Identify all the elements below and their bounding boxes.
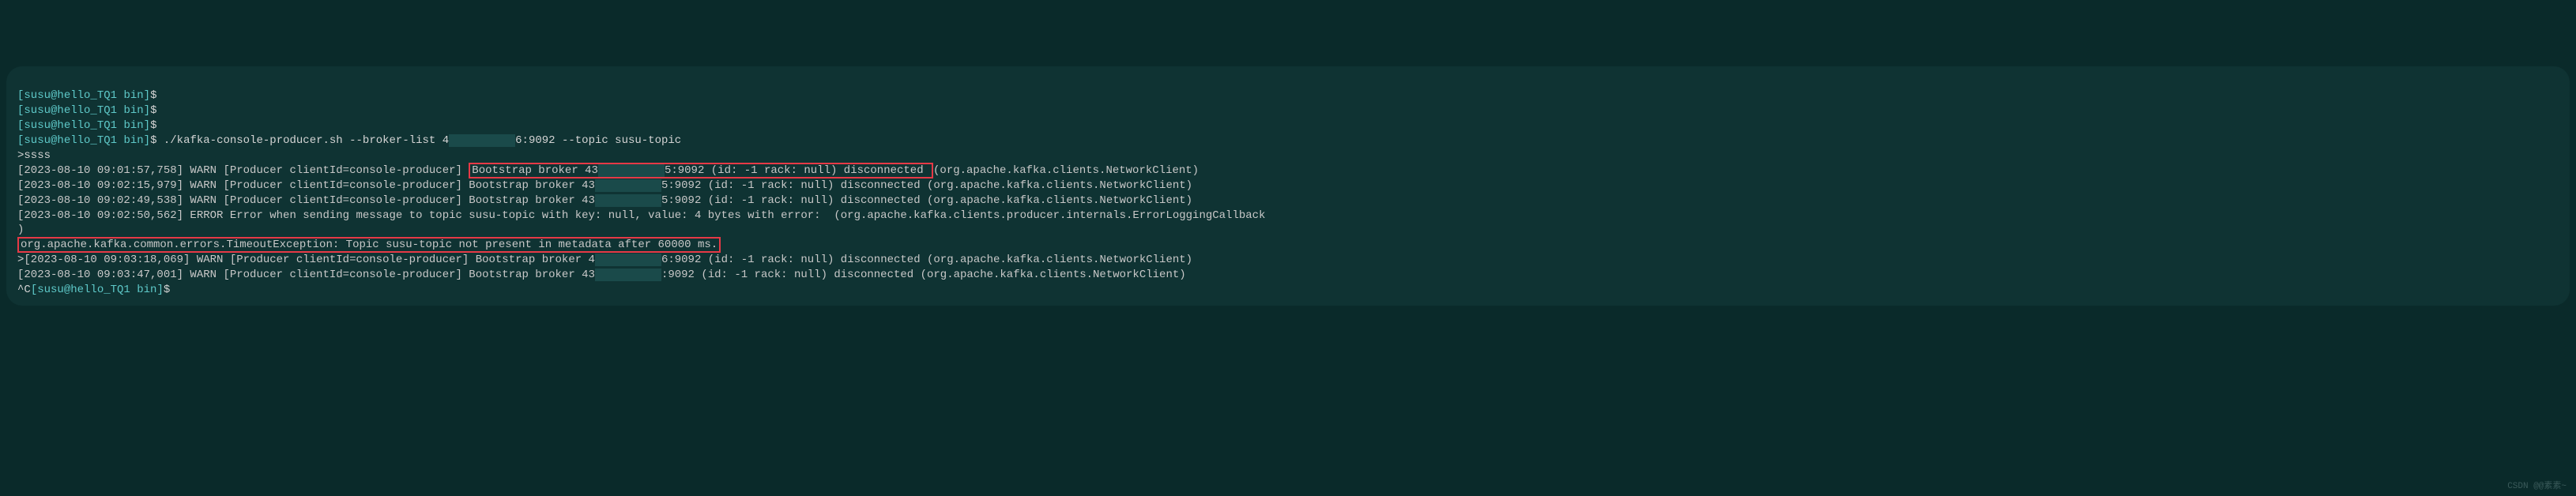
redacted-ip bbox=[598, 164, 665, 177]
log-line-warn: [2023-08-10 09:02:49,538] WARN [Producer… bbox=[17, 194, 1192, 207]
terminal-window[interactable]: [susu@hello_TQ1 bin]$ [susu@hello_TQ1 bi… bbox=[6, 66, 2570, 306]
redacted-ip bbox=[595, 194, 661, 207]
log-line-warn: [2023-08-10 09:03:47,001] WARN [Producer… bbox=[17, 269, 1186, 281]
prompt-line: [susu@hello_TQ1 bin]$ bbox=[17, 119, 164, 132]
log-line-error-cont: ) bbox=[17, 224, 24, 236]
prompt-line: [susu@hello_TQ1 bin]$ bbox=[17, 104, 164, 117]
highlight-timeout-exception: org.apache.kafka.common.errors.TimeoutEx… bbox=[17, 237, 721, 253]
watermark-text: CSDN @@素素~ bbox=[2507, 481, 2567, 493]
prompt-close: ] bbox=[144, 89, 150, 102]
prompt-user: susu@hello_TQ1 bbox=[24, 89, 117, 102]
log-line-warn: [2023-08-10 09:01:57,758] WARN [Producer… bbox=[17, 163, 1199, 178]
highlight-bootstrap-disconnected: Bootstrap broker 43 5:9092 (id: -1 rack:… bbox=[469, 163, 933, 178]
command-empty bbox=[156, 89, 163, 102]
stdin-input: >ssss bbox=[17, 149, 51, 162]
log-line-warn: [2023-08-10 09:02:15,979] WARN [Producer… bbox=[17, 179, 1192, 192]
command-line: [susu@hello_TQ1 bin]$ ./kafka-console-pr… bbox=[17, 134, 681, 147]
log-line-exception: org.apache.kafka.common.errors.TimeoutEx… bbox=[17, 237, 721, 253]
redacted-ip bbox=[595, 179, 661, 192]
prompt-line: [susu@hello_TQ1 bin]$ bbox=[17, 89, 164, 102]
log-line-error: [2023-08-10 09:02:50,562] ERROR Error wh… bbox=[17, 209, 1265, 222]
prompt-path: bin bbox=[123, 89, 143, 102]
redacted-ip bbox=[595, 269, 661, 281]
redacted-ip bbox=[449, 134, 515, 147]
ctrl-c-indicator: ^C bbox=[17, 284, 31, 296]
redacted-ip bbox=[595, 254, 661, 266]
prompt-line-interrupted: ^C[susu@hello_TQ1 bin]$ bbox=[17, 284, 177, 296]
log-line-warn: >[2023-08-10 09:03:18,069] WARN [Produce… bbox=[17, 254, 1192, 266]
kafka-producer-command: ./kafka-console-producer.sh --broker-lis… bbox=[156, 134, 449, 147]
